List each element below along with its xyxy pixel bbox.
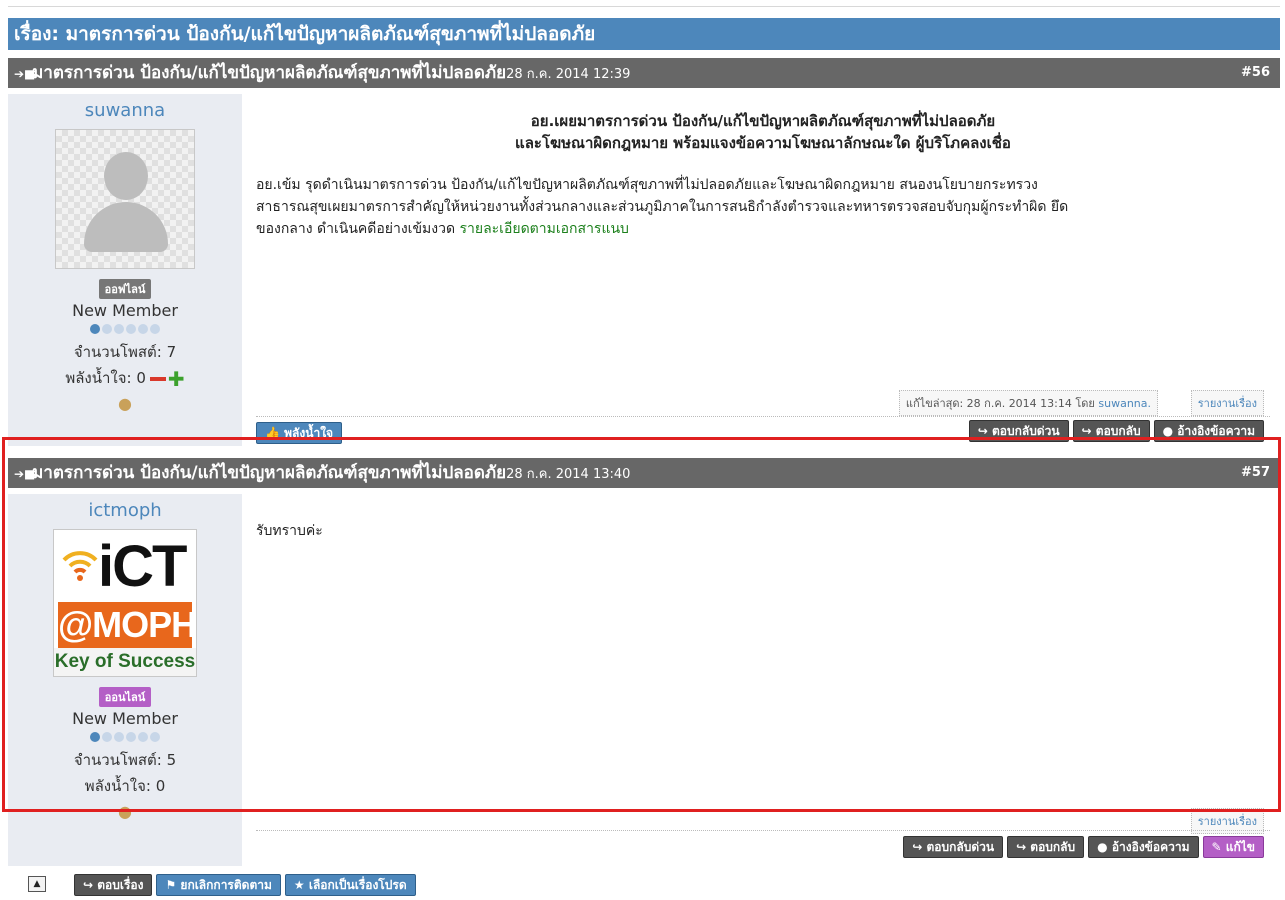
post-title[interactable]: มาตรการด่วน ป้องกัน/แก้ไขปัญหาผลิตภัณฑ์ส… (32, 63, 506, 83)
user-rank: New Member (72, 709, 178, 728)
karma-plus-icon[interactable]: ✚ (168, 369, 185, 389)
rank-dots (8, 324, 242, 334)
post-date: 28 ก.ค. 2014 12:39 (506, 67, 631, 82)
post-57: ictmoph iCT @MOPH Key of Success ออนไลน์… (8, 494, 1280, 866)
post-date: 28 ก.ค. 2014 13:40 (506, 467, 631, 482)
edit-by-link[interactable]: suwanna. (1098, 397, 1151, 410)
user-sidebar: ictmoph iCT @MOPH Key of Success ออนไลน์… (8, 494, 242, 866)
person-icon: ● (118, 394, 132, 413)
favorite-button[interactable]: ★ เลือกเป็นเรื่องโปรด (284, 874, 416, 896)
reply-button[interactable]: ↪ ตอบกลับ (1072, 420, 1150, 442)
attachment-link[interactable]: รายละเอียดตามเอกสารแนบ (460, 221, 629, 237)
karma-row: พลังน้ำใจ: 0 ✚ (8, 366, 242, 390)
post-content: อย.เผยมาตรการด่วน ป้องกัน/แก้ไขปัญหาผลิต… (256, 94, 1270, 240)
wifi-icon (62, 551, 98, 581)
bottom-toolbar: ▲ ↪ ตอบเรื่อง ⚑ ยกเลิกการติดตาม ★ เลือกเป็… (8, 866, 1280, 900)
scroll-top-button[interactable]: ▲ (28, 876, 46, 892)
post-paragraph: อย.เข้ม รุดดำเนินมาตรการด่วน ป้องกัน/แก้… (256, 177, 1069, 237)
topic-title-bar: เรื่อง: มาตรการด่วน ป้องกัน/แก้ไขปัญหาผล… (8, 18, 1280, 50)
karma-value: พลังน้ำใจ: 0 (65, 369, 146, 387)
avatar-slogan: Key of Success (54, 648, 196, 676)
avatar-head-shape (104, 152, 148, 200)
last-edit-note: แก้ไขล่าสุด: 28 ก.ค. 2014 13:14 โดย suwa… (898, 390, 1158, 416)
online-badge: ออนไลน์ (98, 687, 152, 707)
topic-actions: ↪ ตอบเรื่อง ⚑ ยกเลิกการติดตาม ★ เลือกเป็นเ… (74, 874, 416, 896)
username-link[interactable]: suwanna (8, 100, 242, 121)
user-sidebar: suwanna ออฟไลน์ New Member จำนวนโพสต์: 7… (8, 94, 242, 446)
quick-reply-button[interactable]: ↪ ตอบกลับด่วน (968, 420, 1069, 442)
topic-title: เรื่อง: มาตรการด่วน ป้องกัน/แก้ไขปัญหาผล… (14, 23, 596, 45)
post-header-57: ➔■ มาตรการด่วน ป้องกัน/แก้ไขปัญหาผลิตภัณ… (8, 458, 1280, 488)
pin-icon: ➔■ (14, 67, 36, 81)
user-rank: New Member (72, 301, 178, 320)
quote-button[interactable]: ● อ้างอิงข้อความ (1153, 420, 1264, 442)
post-header-56: ➔■ มาตรการด่วน ป้องกัน/แก้ไขปัญหาผลิตภัณ… (8, 58, 1280, 88)
avatar (55, 129, 195, 269)
post-count: จำนวนโพสต์: 5 (73, 751, 177, 769)
karma-button[interactable]: 👍 พลังน้ำใจ (256, 422, 343, 444)
post-headline: อย.เผยมาตรการด่วน ป้องกัน/แก้ไขปัญหาผลิต… (515, 112, 1011, 152)
reply-topic-button[interactable]: ↪ ตอบเรื่อง (74, 874, 153, 896)
edit-button[interactable]: ✎ แก้ไข (1202, 836, 1264, 858)
post-content: รับทราบค่ะ (256, 494, 1270, 542)
post-number[interactable]: #56 (1241, 58, 1270, 88)
unfollow-button[interactable]: ⚑ ยกเลิกการติดตาม (156, 874, 281, 896)
report-link[interactable]: รายงานเรื่อง (1190, 390, 1264, 416)
post-count: จำนวนโพสต์: 7 (73, 343, 177, 361)
avatar-moph-text: @MOPH (58, 602, 196, 648)
karma-minus-icon[interactable] (149, 376, 166, 381)
post-divider (256, 416, 1270, 417)
karma-value: พลังน้ำใจ: 0 (84, 777, 166, 795)
post-actions: ↪ ตอบกลับด่วน ↪ ตอบกลับ ● อ้างอิงข้อความ ✎ … (899, 836, 1264, 858)
post-56: suwanna ออฟไลน์ New Member จำนวนโพสต์: 7… (8, 94, 1280, 446)
rank-dots (8, 732, 242, 742)
post-title[interactable]: มาตรการด่วน ป้องกัน/แก้ไขปัญหาผลิตภัณฑ์ส… (32, 463, 506, 483)
avatar-ict-text: iCT (98, 534, 187, 599)
quick-reply-button[interactable]: ↪ ตอบกลับด่วน (903, 836, 1004, 858)
post-divider (256, 830, 1270, 831)
person-icon: ● (118, 802, 132, 821)
username-link[interactable]: ictmoph (8, 500, 242, 521)
post-number[interactable]: #57 (1241, 458, 1270, 488)
offline-badge: ออฟไลน์ (98, 279, 152, 299)
pin-icon: ➔■ (14, 467, 36, 481)
avatar: iCT @MOPH Key of Success (53, 529, 197, 677)
top-divider (8, 0, 1280, 7)
post-actions: ↪ ตอบกลับด่วน ↪ ตอบกลับ ● อ้างอิงข้อความ (965, 420, 1264, 442)
post-paragraph: รับทราบค่ะ (256, 523, 323, 539)
reply-button[interactable]: ↪ ตอบกลับ (1007, 836, 1085, 858)
avatar-body-shape (84, 202, 168, 252)
quote-button[interactable]: ● อ้างอิงข้อความ (1088, 836, 1199, 858)
